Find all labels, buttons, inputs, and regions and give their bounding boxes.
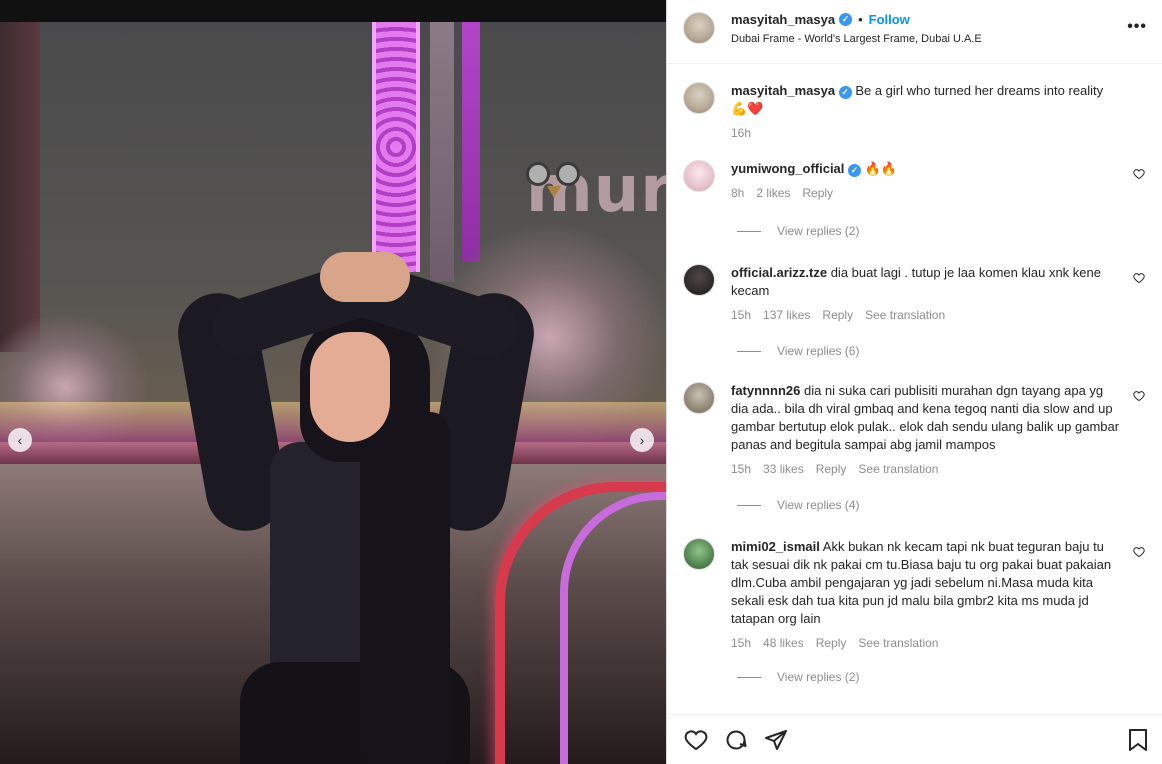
post-side-panel: masyitah_masya ✓ • Follow Dubai Frame - … — [666, 0, 1162, 764]
view-replies-label: View replies (2) — [777, 224, 860, 238]
reply-button[interactable]: Reply — [816, 460, 847, 478]
comment-username[interactable]: mimi02_ismail — [731, 539, 820, 554]
commenter-avatar[interactable] — [683, 264, 715, 296]
comment-item: yumiwong_official ✓ 🔥🔥 8h 2 likes Reply — [683, 160, 1153, 202]
chevron-right-icon[interactable]: › — [630, 428, 654, 452]
post-location[interactable]: Dubai Frame - World's Largest Frame, Dub… — [731, 33, 982, 45]
see-translation-button[interactable]: See translation — [858, 634, 938, 652]
comment-username[interactable]: yumiwong_official — [731, 161, 844, 176]
caption-text: Be a girl who turned her dreams into rea… — [855, 83, 1104, 98]
caption-emoji: 💪❤️ — [731, 101, 764, 116]
hijab-drape — [360, 412, 450, 764]
comment-time: 15h — [731, 462, 752, 476]
post-caption: masyitah_masya ✓ Be a girl who turned he… — [683, 82, 1143, 142]
comment-likes[interactable]: 137 likes — [763, 306, 810, 324]
separator-dot: • — [858, 12, 863, 27]
caption-username[interactable]: masyitah_masya — [731, 83, 835, 98]
post-actions-bar — [667, 714, 1162, 764]
more-options-icon[interactable]: ••• — [1127, 18, 1147, 36]
view-replies-label: View replies (2) — [777, 670, 860, 684]
chevron-left-icon[interactable]: ‹ — [8, 428, 32, 452]
reply-button[interactable]: Reply — [822, 306, 853, 324]
view-replies-label: View replies (6) — [777, 344, 860, 358]
post-header: masyitah_masya ✓ • Follow Dubai Frame - … — [667, 0, 1162, 64]
heart-outline-icon[interactable] — [683, 727, 709, 753]
verified-badge-icon: ✓ — [839, 13, 853, 26]
see-translation-button[interactable]: See translation — [865, 306, 945, 324]
bookmark-icon[interactable] — [1125, 727, 1151, 753]
comment-likes[interactable]: 2 likes — [756, 184, 790, 202]
author-avatar[interactable] — [683, 12, 715, 44]
photo-top-bar — [0, 0, 666, 22]
photo-scene — [0, 22, 666, 764]
building-left — [0, 22, 40, 352]
dubai-frame-tower — [372, 22, 420, 272]
heart-outline-icon[interactable] — [1133, 272, 1145, 284]
view-replies-button[interactable]: View replies (2) — [737, 670, 859, 684]
comment-likes[interactable]: 48 likes — [763, 634, 804, 652]
hands — [320, 252, 410, 302]
murai-watermark: murai — [520, 150, 666, 230]
heart-outline-icon[interactable] — [1133, 168, 1145, 180]
comment-bubble-icon[interactable] — [723, 727, 749, 753]
verified-badge-icon: ✓ — [848, 163, 862, 177]
follow-button[interactable]: Follow — [869, 12, 910, 27]
comment-time: 15h — [731, 308, 752, 322]
caption-time: 16h — [731, 126, 752, 140]
see-translation-button[interactable]: See translation — [858, 460, 938, 478]
face — [310, 332, 390, 442]
author-info: masyitah_masya ✓ • Follow Dubai Frame - … — [731, 12, 982, 45]
commenter-avatar[interactable] — [683, 382, 715, 414]
comment-item: official.arizz.tze dia buat lagi . tutup… — [683, 264, 1153, 324]
person-figure — [171, 242, 541, 764]
view-replies-button[interactable]: View replies (6) — [737, 344, 859, 358]
commenter-avatar[interactable] — [683, 538, 715, 570]
heart-outline-icon[interactable] — [1133, 546, 1145, 558]
comment-username[interactable]: fatynnnn26 — [731, 383, 800, 398]
comment-likes[interactable]: 33 likes — [763, 460, 804, 478]
author-username[interactable]: masyitah_masya — [731, 12, 835, 27]
view-replies-button[interactable]: View replies (4) — [737, 498, 859, 512]
comment-item: fatynnnn26 dia ni suka cari publisiti mu… — [683, 382, 1153, 478]
comment-time: 15h — [731, 636, 752, 650]
verified-badge-icon: ✓ — [838, 85, 852, 99]
reply-button[interactable]: Reply — [802, 184, 833, 202]
heart-outline-icon[interactable] — [1133, 390, 1145, 402]
view-replies-label: View replies (4) — [777, 498, 860, 512]
post-photo[interactable]: murai ‹ › — [0, 0, 666, 764]
comments-list[interactable]: masyitah_masya ✓ Be a girl who turned he… — [667, 64, 1162, 714]
author-avatar[interactable] — [683, 82, 715, 114]
comment-username[interactable]: official.arizz.tze — [731, 265, 827, 280]
reply-button[interactable]: Reply — [816, 634, 847, 652]
comment-time: 8h — [731, 186, 745, 200]
commenter-avatar[interactable] — [683, 160, 715, 192]
comment-item: mimi02_ismail Akk bukan nk kecam tapi nk… — [683, 538, 1153, 652]
paper-plane-icon[interactable] — [763, 727, 789, 753]
view-replies-button[interactable]: View replies (2) — [737, 224, 859, 238]
frame-column-lit — [462, 22, 480, 262]
comment-text: 🔥🔥 — [864, 161, 898, 176]
